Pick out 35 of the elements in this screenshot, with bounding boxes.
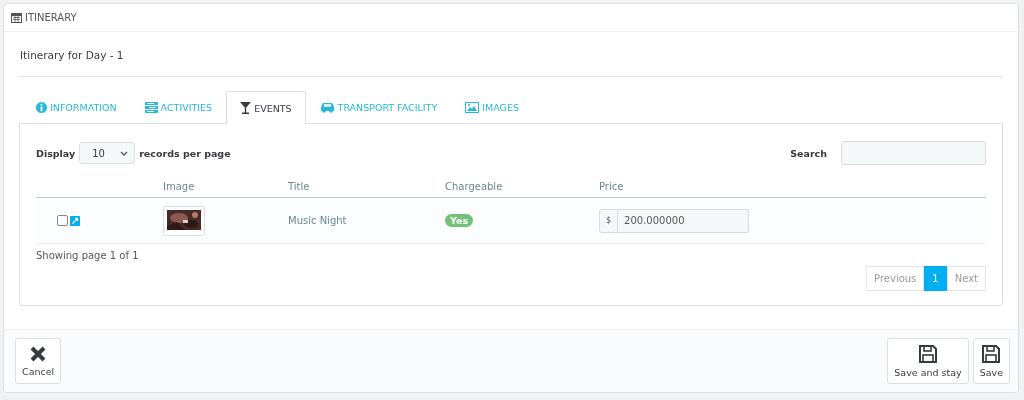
image-icon: [465, 102, 480, 113]
glass-icon: [240, 102, 252, 114]
edit-icon[interactable]: [70, 215, 80, 226]
tab[interactable]: IMAGES: [451, 91, 533, 123]
records-label: records per page: [139, 147, 231, 159]
page-button[interactable]: 1: [924, 266, 947, 291]
search-field[interactable]: [841, 141, 986, 165]
row-checkbox[interactable]: [57, 215, 68, 226]
column-header: Title: [288, 180, 311, 192]
display-label: Display: [36, 147, 76, 159]
tab[interactable]: TRANSPORT FACILITY: [305, 91, 452, 123]
column-header: Chargeable: [445, 180, 504, 192]
page-size-select[interactable]: 10: [79, 142, 136, 164]
cancel-button[interactable]: Cancel: [15, 338, 62, 384]
calendar-icon: [11, 12, 22, 23]
search-label: Search: [790, 147, 827, 159]
tab[interactable]: EVENTS: [226, 91, 306, 124]
page-info: Showing page 1 of 1: [36, 250, 140, 261]
status-badge: Yes: [445, 214, 474, 227]
car-icon: [319, 102, 335, 113]
price-field[interactable]: 200.000000: [618, 208, 749, 233]
currency-addon: $: [599, 208, 619, 233]
column-header: Price: [599, 180, 625, 192]
tab[interactable]: ACTIVITIES: [130, 91, 227, 123]
list-icon: [144, 102, 158, 113]
column-header: Image: [163, 180, 196, 192]
panel-title: ITINERARY: [25, 12, 77, 23]
info-icon: [36, 102, 47, 113]
caret-icon: [120, 150, 129, 156]
section-title: Itinerary for Day - 1: [19, 32, 1003, 77]
save-button[interactable]: Save and stay: [887, 338, 969, 384]
save-button[interactable]: Save: [972, 338, 1010, 384]
close-icon: [29, 345, 48, 363]
tab[interactable]: INFORMATION: [22, 91, 131, 123]
table-cell-text: Music Night: [288, 215, 348, 226]
